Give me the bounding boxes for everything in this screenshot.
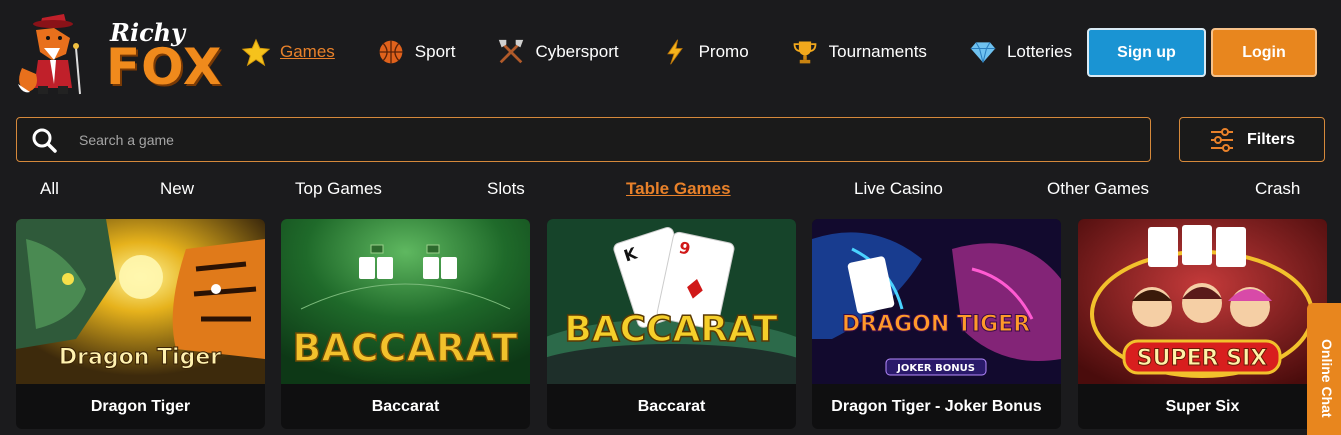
header: Richy FOX Games Sport Cybersport Promo T…: [0, 0, 1341, 108]
nav-label: Promo: [698, 42, 749, 61]
dragon-tiger-art: Dragon Tiger: [16, 219, 265, 384]
game-thumbnail: DRAGON TIGER JOKER BONUS: [812, 219, 1061, 384]
tab-crash[interactable]: Crash: [1255, 179, 1300, 199]
online-chat-label: Online Chat: [1319, 339, 1335, 418]
game-card[interactable]: BACCARAT Baccarat: [281, 219, 530, 429]
filters-button[interactable]: Filters: [1179, 117, 1325, 162]
game-thumbnail: Dragon Tiger: [16, 219, 265, 384]
search-icon: [32, 128, 57, 153]
nav-item-cybersport[interactable]: Cybersport: [495, 36, 619, 68]
nav-label: Lotteries: [1006, 42, 1073, 61]
card-art-subtext: JOKER BONUS: [896, 363, 975, 374]
dragon-tiger-joker-art: DRAGON TIGER JOKER BONUS: [812, 219, 1061, 384]
game-card[interactable]: SUPER SIX Super Six: [1078, 219, 1327, 429]
super-six-art: SUPER SIX: [1078, 219, 1327, 384]
category-tabs: All New Top Games Slots Table Games Live…: [0, 176, 1341, 204]
tab-live-casino[interactable]: Live Casino: [854, 179, 943, 199]
nav-label: Games: [280, 42, 335, 61]
sliders-icon: [1210, 127, 1233, 152]
tab-all[interactable]: All: [40, 179, 59, 199]
tab-slots[interactable]: Slots: [487, 179, 525, 199]
game-thumbnail: BACCARAT: [281, 219, 530, 384]
game-title: Dragon Tiger - Joker Bonus: [831, 397, 1042, 415]
logo-text-fox: FOX: [106, 38, 223, 96]
nav-item-lotteries[interactable]: Lotteries: [967, 36, 1072, 68]
nav-label: Sport: [414, 42, 456, 61]
game-title: Baccarat: [637, 397, 706, 415]
trophy-icon: [789, 36, 821, 68]
game-card[interactable]: K 9 BACCARAT Baccarat: [547, 219, 796, 429]
lightning-icon: [659, 36, 691, 68]
main-nav: Games Sport Cybersport Promo Tournaments: [240, 34, 1112, 70]
game-card[interactable]: DRAGON TIGER JOKER BONUS Dragon Tiger - …: [812, 219, 1061, 429]
online-chat-tab[interactable]: Online Chat: [1307, 303, 1341, 435]
logo[interactable]: Richy FOX: [14, 8, 221, 98]
card-art-text: SUPER SIX: [1137, 346, 1267, 371]
nav-item-sport[interactable]: Sport: [375, 36, 456, 68]
nav-item-games[interactable]: Games: [240, 36, 335, 68]
game-thumbnail: K 9 BACCARAT: [547, 219, 796, 384]
nav-item-tournaments[interactable]: Tournaments: [789, 36, 927, 68]
tab-table-games[interactable]: Table Games: [626, 179, 731, 199]
nav-item-promo[interactable]: Promo: [659, 36, 749, 68]
basketball-icon: [375, 36, 407, 68]
card-art-text: DRAGON TIGER: [842, 312, 1030, 337]
card-art-text: BACCARAT: [564, 309, 778, 350]
login-button[interactable]: Login: [1211, 28, 1317, 77]
signup-button[interactable]: Sign up: [1087, 28, 1206, 77]
card-art-text: Dragon Tiger: [59, 345, 221, 370]
diamond-icon: [967, 36, 999, 68]
game-title: Dragon Tiger: [90, 397, 191, 415]
tab-new[interactable]: New: [160, 179, 194, 199]
game-thumbnail: SUPER SIX: [1078, 219, 1327, 384]
crossed-axes-icon: [495, 36, 527, 68]
nav-label: Tournaments: [828, 42, 927, 61]
filters-label: Filters: [1246, 130, 1295, 148]
tab-other-games[interactable]: Other Games: [1047, 179, 1149, 199]
fox-mascot-icon: [18, 14, 81, 95]
search-input[interactable]: [79, 131, 979, 148]
game-card[interactable]: Dragon Tiger Dragon Tiger: [16, 219, 265, 429]
baccarat-table-art: BACCARAT: [281, 219, 530, 384]
game-title: Baccarat: [371, 397, 440, 415]
tab-top-games[interactable]: Top Games: [295, 179, 382, 199]
star-icon: [240, 36, 272, 68]
card-art-text: BACCARAT: [292, 326, 517, 370]
game-title: Super Six: [1165, 397, 1240, 415]
search-bar[interactable]: [16, 117, 1151, 162]
nav-label: Cybersport: [535, 42, 619, 61]
baccarat-cards-art: K 9 BACCARAT: [547, 219, 796, 384]
